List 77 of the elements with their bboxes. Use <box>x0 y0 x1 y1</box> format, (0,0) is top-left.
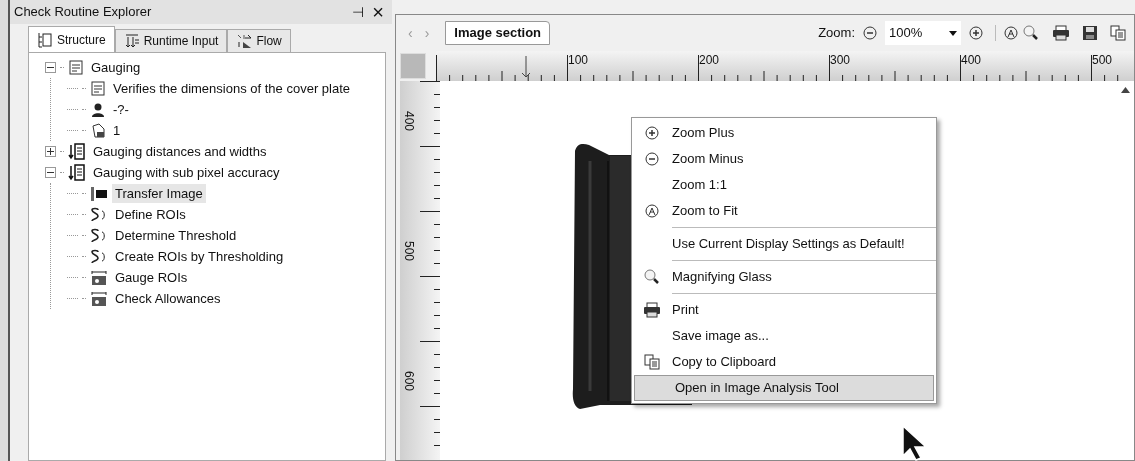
roi-icon <box>90 206 108 223</box>
roi-icon <box>90 227 108 244</box>
tree-item[interactable]: -?- <box>110 99 132 120</box>
copy-icon <box>1110 25 1126 41</box>
person-icon <box>90 101 106 118</box>
close-button[interactable]: × <box>368 2 388 22</box>
zoom-fit-icon <box>1004 26 1018 40</box>
menu-item[interactable]: Copy to Clipboard <box>632 349 936 375</box>
pin-button[interactable]: ⊣ <box>348 1 369 23</box>
ruler-label: 300 <box>830 54 851 66</box>
expand-toggle[interactable] <box>45 146 56 157</box>
ruler-label: 500 <box>403 241 415 262</box>
tree-item[interactable]: Determine Threshold <box>112 225 240 246</box>
save-icon[interactable] <box>1082 25 1098 41</box>
minus-icon <box>47 169 54 176</box>
menu-item[interactable]: Zoom Plus <box>632 120 936 146</box>
menu-item[interactable]: Print <box>632 297 936 323</box>
transfer-icon <box>90 185 108 202</box>
panel-tab[interactable]: Runtime Input <box>114 29 228 52</box>
magnifier-icon <box>643 269 661 285</box>
menu-item[interactable]: Use Current Display Settings as Default! <box>632 231 936 257</box>
menu-item[interactable]: Open in Image Analysis Tool <box>634 375 934 401</box>
tree-item[interactable]: Verifies the dimensions of the cover plate <box>110 78 354 99</box>
ruler-label: 100 <box>568 54 589 66</box>
printer-icon <box>643 302 661 318</box>
zoom-fit-icon <box>645 204 659 218</box>
printer-icon <box>1052 25 1070 41</box>
zoom-dropdown[interactable]: 100% <box>885 21 961 45</box>
id-tag-icon <box>90 122 106 139</box>
zoom-out-icon <box>645 152 659 166</box>
ruler-label: 600 <box>403 371 415 392</box>
ruler-corner <box>400 53 426 79</box>
document-icon <box>90 80 106 97</box>
panel-tab[interactable]: Flow <box>227 29 291 52</box>
collapse-toggle[interactable] <box>45 62 56 73</box>
zoom-in-icon <box>969 26 983 40</box>
copy-icon <box>644 354 660 370</box>
ruler-label: 400 <box>403 111 415 132</box>
ruler-label: 500 <box>1092 54 1113 66</box>
menu-item[interactable]: Magnifying Glass <box>632 264 936 290</box>
panel-title: Check Routine Explorer <box>14 3 153 22</box>
zoom-label: Zoom: <box>818 24 855 43</box>
tree-item[interactable]: Transfer Image <box>112 183 206 204</box>
menu-item[interactable]: Zoom 1:1 <box>632 172 936 198</box>
position-marker-icon <box>521 56 531 78</box>
gauge-icon <box>90 290 108 307</box>
collapse-toggle[interactable] <box>45 167 56 178</box>
list-icon <box>68 163 86 182</box>
zoom-out-icon <box>863 26 877 40</box>
menu-item[interactable]: Zoom Minus <box>632 146 936 172</box>
list-icon <box>68 142 86 161</box>
magnifier-icon <box>1022 25 1040 41</box>
ruler-label: 400 <box>961 54 982 66</box>
tree-item[interactable]: Gauging distances and widths <box>90 141 270 162</box>
document-icon <box>68 59 84 76</box>
caret-icon <box>949 30 957 36</box>
scroll-up-arrow-icon[interactable] <box>1121 87 1130 93</box>
panel-tab[interactable]: Structure <box>28 26 115 52</box>
menu-item[interactable]: Save image as... <box>632 323 936 349</box>
tree-item[interactable]: Gauging <box>88 57 144 78</box>
zoom-in-icon <box>645 126 659 140</box>
gauge-icon <box>90 269 108 286</box>
structure-icon <box>37 31 53 48</box>
image-tab[interactable]: Image section <box>445 21 551 45</box>
tree-item[interactable]: Create ROIs by Thresholding <box>112 246 287 267</box>
tree-item[interactable]: Check Allowances <box>112 288 224 309</box>
tree-item[interactable]: Define ROIs <box>112 204 189 225</box>
tree-item[interactable]: Gauging with sub pixel accuracy <box>90 162 283 183</box>
tree-item[interactable]: 1 <box>110 120 124 141</box>
tree-item[interactable]: Gauge ROIs <box>112 267 191 288</box>
minus-icon <box>47 64 54 71</box>
roi-icon <box>90 248 108 265</box>
input-icon <box>123 33 140 49</box>
ruler-label: 200 <box>699 54 720 66</box>
plus-icon <box>47 148 54 155</box>
menu-item[interactable]: Zoom to Fit <box>632 198 936 224</box>
flow-icon <box>236 33 253 49</box>
